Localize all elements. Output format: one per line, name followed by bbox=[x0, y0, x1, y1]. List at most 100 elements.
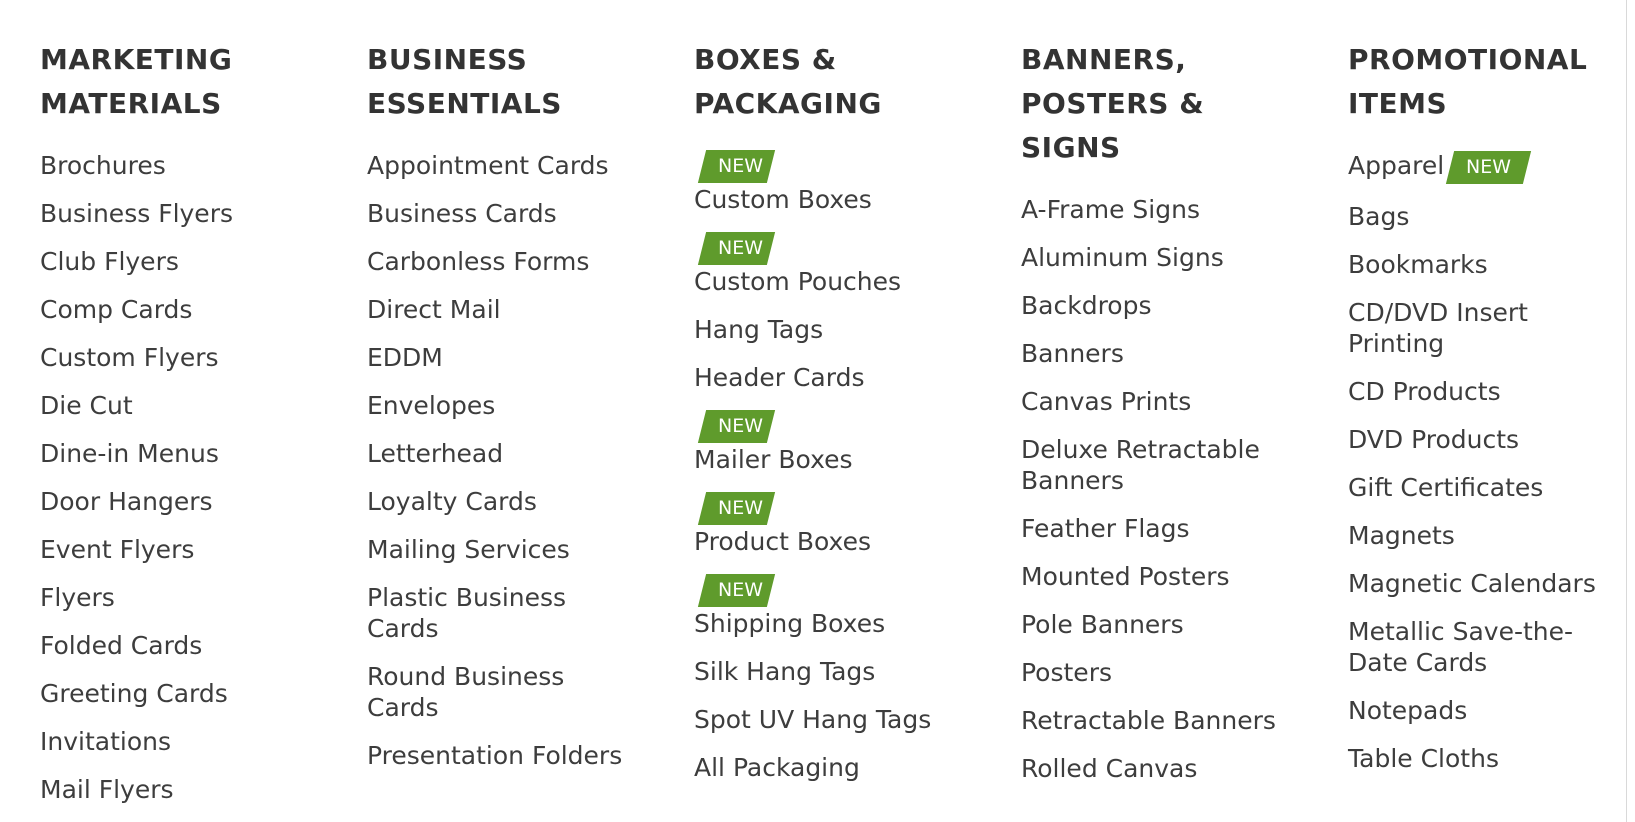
menu-link-envelopes[interactable]: Envelopes bbox=[367, 390, 637, 421]
menu-link-label: Door Hangers bbox=[40, 487, 213, 516]
menu-link-gift-certificates[interactable]: Gift Certificates bbox=[1348, 472, 1618, 503]
menu-link-notepads[interactable]: Notepads bbox=[1348, 695, 1618, 726]
menu-link-label: Mailing Services bbox=[367, 535, 570, 564]
menu-link-mounted-posters[interactable]: Mounted Posters bbox=[1021, 561, 1291, 592]
menu-link-shipping-boxes[interactable]: NEW Shipping Boxes bbox=[694, 574, 964, 639]
menu-link-label: CD/DVD Insert Printing bbox=[1348, 297, 1528, 358]
menu-link-retractable-banners[interactable]: Retractable Banners bbox=[1021, 705, 1291, 736]
menu-link-label: Canvas Prints bbox=[1021, 387, 1192, 416]
menu-link-die-cut[interactable]: Die Cut bbox=[40, 390, 310, 421]
menu-link-silk-hang-tags[interactable]: Silk Hang Tags bbox=[694, 656, 964, 687]
menu-link-label: Dine-in Menus bbox=[40, 439, 219, 468]
menu-link-label: Bags bbox=[1348, 201, 1410, 231]
menu-link-label: Banners bbox=[1021, 339, 1124, 368]
menu-link-label: Metallic Save-the-Date Cards bbox=[1348, 616, 1574, 677]
menu-link-loyalty-cards[interactable]: Loyalty Cards bbox=[367, 486, 637, 517]
menu-link-cd-products[interactable]: CD Products bbox=[1348, 376, 1618, 407]
menu-link-label: Appointment Cards bbox=[367, 151, 609, 180]
menu-link-custom-flyers[interactable]: Custom Flyers bbox=[40, 342, 310, 373]
menu-link-label: Brochures bbox=[40, 151, 166, 180]
new-badge-text: NEW bbox=[718, 237, 764, 259]
menu-link-brochures[interactable]: Brochures bbox=[40, 150, 310, 181]
menu-link-flyers[interactable]: Flyers bbox=[40, 582, 310, 613]
menu-link-door-hangers[interactable]: Door Hangers bbox=[40, 486, 310, 517]
new-badge: NEW bbox=[697, 574, 776, 607]
menu-list: Appointment Cards Business Cards Carbonles… bbox=[367, 150, 694, 771]
new-badge-text: NEW bbox=[1466, 155, 1512, 178]
menu-link-rolled-canvas[interactable]: Rolled Canvas bbox=[1021, 753, 1291, 784]
menu-link-mail-flyers[interactable]: Mail Flyers bbox=[40, 774, 310, 805]
menu-link-banners[interactable]: Banners bbox=[1021, 338, 1291, 369]
menu-link-mailing-services[interactable]: Mailing Services bbox=[367, 534, 637, 565]
menu-link-magnetic-calendars[interactable]: Magnetic Calendars bbox=[1348, 568, 1618, 599]
menu-link-dvd-products[interactable]: DVD Products bbox=[1348, 424, 1618, 455]
menu-link-label: Presentation Folders bbox=[367, 741, 623, 770]
column-heading: BUSINESS ESSENTIALS bbox=[367, 43, 562, 120]
menu-link-label: Custom Boxes bbox=[694, 185, 872, 214]
menu-link-bags[interactable]: Bags bbox=[1348, 201, 1618, 232]
menu-link-comp-cards[interactable]: Comp Cards bbox=[40, 294, 310, 325]
menu-link-business-cards[interactable]: Business Cards bbox=[367, 198, 637, 229]
new-badge: NEW bbox=[697, 150, 776, 183]
menu-link-canvas-prints[interactable]: Canvas Prints bbox=[1021, 386, 1291, 417]
menu-link-label: Table Cloths bbox=[1348, 743, 1499, 773]
menu-link-bookmarks[interactable]: Bookmarks bbox=[1348, 249, 1618, 280]
menu-link-club-flyers[interactable]: Club Flyers bbox=[40, 246, 310, 277]
menu-link-label: Retractable Banners bbox=[1021, 706, 1276, 735]
menu-link-folded-cards[interactable]: Folded Cards bbox=[40, 630, 310, 661]
menu-link-backdrops[interactable]: Backdrops bbox=[1021, 290, 1291, 321]
menu-column-marketing-materials: MARKETING MATERIALS Brochures Business Fly… bbox=[40, 38, 367, 822]
menu-link-letterhead[interactable]: Letterhead bbox=[367, 438, 637, 469]
menu-link-eddm[interactable]: EDDM bbox=[367, 342, 637, 373]
menu-link-product-boxes[interactable]: NEW Product Boxes bbox=[694, 492, 964, 557]
menu-link-header-cards[interactable]: Header Cards bbox=[694, 362, 964, 393]
menu-link-label: Custom Pouches bbox=[694, 267, 902, 296]
menu-list: Apparel NEW Bags Bookmarks CD/DVD Insert Pri… bbox=[1348, 150, 1635, 774]
menu-link-feather-flags[interactable]: Feather Flags bbox=[1021, 513, 1291, 544]
menu-link-pole-banners[interactable]: Pole Banners bbox=[1021, 609, 1291, 640]
menu-link-plastic-business-cards[interactable]: Plastic Business Cards bbox=[367, 582, 637, 644]
menu-link-label: Invitations bbox=[40, 727, 171, 756]
menu-link-label: Hang Tags bbox=[694, 315, 824, 344]
menu-link-hang-tags[interactable]: Hang Tags bbox=[694, 314, 964, 345]
new-badge-text: NEW bbox=[718, 415, 764, 437]
menu-link-label: EDDM bbox=[367, 343, 443, 372]
menu-link-a-frame-signs[interactable]: A-Frame Signs bbox=[1021, 194, 1291, 225]
menu-link-label: Loyalty Cards bbox=[367, 487, 537, 516]
menu-link-posters[interactable]: Posters bbox=[1021, 657, 1291, 688]
menu-column-business-essentials: BUSINESS ESSENTIALS Appointment Cards Busi… bbox=[367, 38, 694, 822]
menu-link-deluxe-retractable-banners[interactable]: Deluxe Retractable Banners bbox=[1021, 434, 1291, 496]
menu-link-label: Comp Cards bbox=[40, 295, 193, 324]
menu-link-carbonless-forms[interactable]: Carbonless Forms bbox=[367, 246, 637, 277]
menu-link-metallic-save-the-date-cards[interactable]: Metallic Save-the-Date Cards bbox=[1348, 616, 1618, 678]
menu-link-label: Carbonless Forms bbox=[367, 247, 590, 276]
menu-link-mailer-boxes[interactable]: NEW Mailer Boxes bbox=[694, 410, 964, 475]
menu-link-greeting-cards[interactable]: Greeting Cards bbox=[40, 678, 310, 709]
menu-link-label: Header Cards bbox=[694, 363, 865, 392]
menu-link-magnets[interactable]: Magnets bbox=[1348, 520, 1618, 551]
menu-link-custom-boxes[interactable]: NEW Custom Boxes bbox=[694, 150, 964, 215]
menu-link-invitations[interactable]: Invitations bbox=[40, 726, 310, 757]
menu-link-label: DVD Products bbox=[1348, 424, 1520, 454]
menu-link-label: Die Cut bbox=[40, 391, 133, 420]
menu-link-label: Envelopes bbox=[367, 391, 496, 420]
menu-link-spot-uv-hang-tags[interactable]: Spot UV Hang Tags bbox=[694, 704, 964, 735]
menu-link-direct-mail[interactable]: Direct Mail bbox=[367, 294, 637, 325]
menu-link-event-flyers[interactable]: Event Flyers bbox=[40, 534, 310, 565]
menu-link-label: Shipping Boxes bbox=[694, 609, 886, 638]
menu-link-label: Business Flyers bbox=[40, 199, 233, 228]
menu-link-all-packaging[interactable]: All Packaging bbox=[694, 752, 964, 783]
menu-link-appointment-cards[interactable]: Appointment Cards bbox=[367, 150, 637, 181]
menu-link-custom-pouches[interactable]: NEW Custom Pouches bbox=[694, 232, 964, 297]
menu-link-cd-dvd-insert-printing[interactable]: CD/DVD Insert Printing bbox=[1348, 297, 1618, 359]
menu-link-table-cloths[interactable]: Table Cloths bbox=[1348, 743, 1618, 774]
menu-link-business-flyers[interactable]: Business Flyers bbox=[40, 198, 310, 229]
menu-link-aluminum-signs[interactable]: Aluminum Signs bbox=[1021, 242, 1291, 273]
menu-link-dine-in-menus[interactable]: Dine-in Menus bbox=[40, 438, 310, 469]
menu-link-round-business-cards[interactable]: Round Business Cards bbox=[367, 661, 637, 723]
menu-link-apparel[interactable]: Apparel NEW bbox=[1348, 150, 1618, 184]
menu-link-label: Magnets bbox=[1348, 520, 1455, 550]
menu-link-presentation-folders[interactable]: Presentation Folders bbox=[367, 740, 637, 771]
menu-link-label: Spot UV Hang Tags bbox=[694, 705, 932, 734]
new-badge: NEW bbox=[697, 410, 776, 443]
